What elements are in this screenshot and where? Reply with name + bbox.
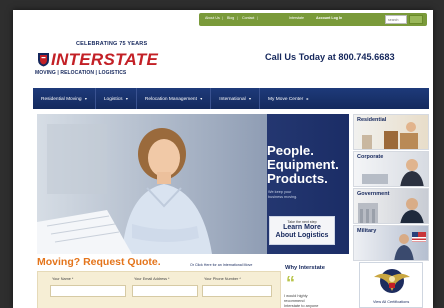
nav-item-international[interactable]: International ▾ xyxy=(211,88,261,109)
businesswoman-photo xyxy=(37,114,267,254)
nav-item-label: Residential Moving xyxy=(41,97,82,102)
account-login-link[interactable]: Account Log In xyxy=(316,16,342,20)
view-certifications-link[interactable]: View All Certifications xyxy=(373,300,409,304)
nav-item-label: International xyxy=(219,97,246,102)
eagle-seal-icon xyxy=(374,269,410,293)
quote-heading: Moving? Request Quote. xyxy=(37,256,161,268)
nav-item-my-move-center[interactable]: My Move Center ▸ xyxy=(260,88,317,109)
corporate-photo xyxy=(362,159,424,186)
testimonial-line: Interstate to anyone xyxy=(284,303,319,308)
hero-headline-line: Equipment. xyxy=(267,157,339,172)
testimonial-text: I would highly recommend Interstate to a… xyxy=(284,293,338,308)
utility-separator: | xyxy=(222,16,223,20)
cta-label: Learn More About Logistics xyxy=(270,224,334,240)
utility-separator: | xyxy=(237,16,238,20)
name-field-label: Your Name * xyxy=(52,277,74,281)
government-photo xyxy=(358,198,424,223)
hero-subtext: We keep your business moving. xyxy=(268,190,318,200)
quote-mark-icon: “ xyxy=(286,273,295,293)
nav-item-label: Relocation Management xyxy=(144,97,197,102)
brand-tagline: MOVING | RELOCATION | LOGISTICS xyxy=(35,70,127,76)
browser-page: About Us | Blog | Contact | Interstate A… xyxy=(13,10,433,308)
tile-corporate[interactable]: Corporate xyxy=(353,151,429,187)
cta-label-line: About Logistics xyxy=(275,232,329,239)
email-field[interactable] xyxy=(132,285,198,297)
nav-item-residential-moving[interactable]: Residential Moving ▾ xyxy=(33,88,96,109)
caret-down-icon: ▾ xyxy=(249,96,252,101)
nav-item-label: My Move Center xyxy=(268,97,304,102)
learn-more-logistics-button[interactable]: Take the next step Learn More About Logi… xyxy=(269,216,335,245)
caret-down-icon: ▾ xyxy=(84,96,87,101)
email-field-label: Your Email Address * xyxy=(134,277,170,281)
tile-residential[interactable]: Residential xyxy=(353,114,429,150)
name-field[interactable] xyxy=(50,285,126,297)
hero-headline-line: Products. xyxy=(267,171,328,186)
hero-subtext-line: business moving. xyxy=(268,195,298,199)
blog-link[interactable]: Blog xyxy=(227,16,234,20)
hero-banner[interactable]: People. Equipment. Products. We keep you… xyxy=(37,114,349,254)
international-move-link[interactable]: Or Click Here for an International Move xyxy=(190,263,252,267)
phone-callout: Call Us Today at 800.745.6683 xyxy=(265,52,395,62)
phone-field[interactable] xyxy=(202,285,272,297)
search-button[interactable] xyxy=(409,15,423,24)
nav-item-logistics[interactable]: Logistics ▾ xyxy=(96,88,137,109)
phone-field-label: Your Phone Number * xyxy=(204,277,241,281)
cta-label-line: Learn More xyxy=(283,224,321,231)
tile-government[interactable]: Government xyxy=(353,188,429,224)
utility-bar: About Us | Blog | Contact | Interstate A… xyxy=(13,10,433,28)
nav-item-relocation-management[interactable]: Relocation Management ▾ xyxy=(137,88,212,109)
caret-right-icon: ▸ xyxy=(306,96,309,101)
caret-down-icon: ▾ xyxy=(125,96,128,101)
hero-headline-line: People. xyxy=(267,143,314,158)
nav-item-label: Logistics xyxy=(103,97,123,102)
anniversary-banner: CELEBRATING 75 YEARS xyxy=(76,41,148,47)
residential-photo xyxy=(362,122,418,149)
hero-headline: People. Equipment. Products. xyxy=(267,144,339,186)
tile-military[interactable]: Military xyxy=(353,225,429,261)
shield-logo-icon xyxy=(38,53,49,67)
utility-separator: | xyxy=(257,16,258,20)
about-us-link[interactable]: About Us xyxy=(205,16,220,20)
contact-link[interactable]: Contact xyxy=(242,16,254,20)
brand-logo[interactable]: INTERSTATE xyxy=(51,50,158,70)
quote-form: Your Name * Your Email Address * Your Ph… xyxy=(37,271,281,308)
why-interstate-heading: Why Interstate xyxy=(285,265,325,271)
caret-down-icon: ▾ xyxy=(200,96,203,101)
search-input[interactable] xyxy=(385,15,407,24)
main-navigation: Residential Moving ▾ Logistics ▾ Relocat… xyxy=(33,88,429,109)
interstate-tab-link[interactable]: Interstate xyxy=(289,16,304,20)
military-photo xyxy=(394,232,426,260)
